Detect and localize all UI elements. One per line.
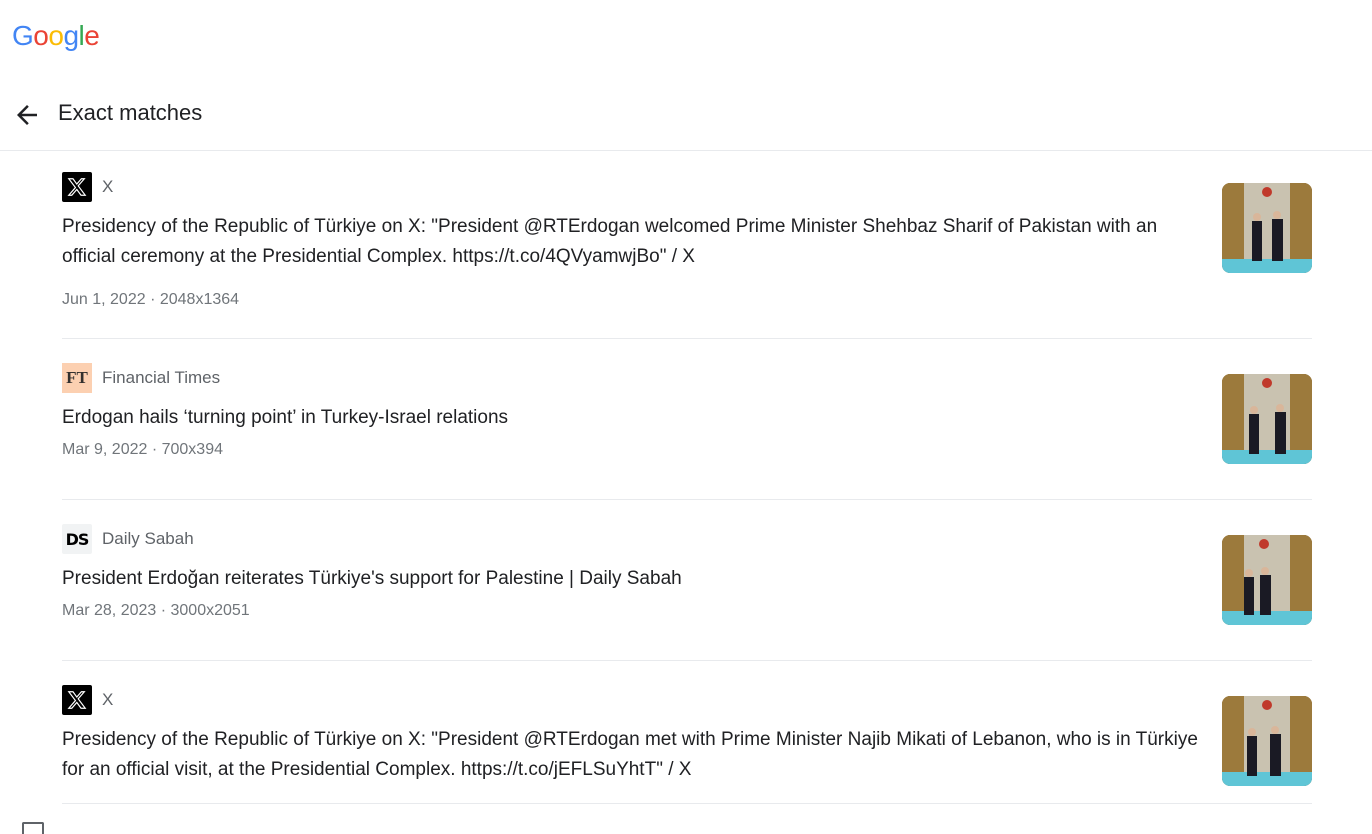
logo-letter: o — [33, 20, 49, 51]
result-source[interactable]: X — [62, 172, 113, 202]
ft-logo-text: FT — [66, 368, 88, 387]
partial-icon — [22, 822, 44, 834]
result-title[interactable]: Presidency of the Republic of Türkiye on… — [62, 212, 1202, 272]
thumbnail-image — [1222, 696, 1312, 786]
logo-letter: G — [12, 20, 34, 51]
result-title[interactable]: Presidency of the Republic of Türkiye on… — [62, 725, 1202, 785]
thumbnail-image — [1222, 535, 1312, 625]
back-button[interactable] — [12, 100, 42, 130]
google-logo[interactable]: Google — [12, 18, 100, 54]
result-item[interactable]: FT Financial Times Erdogan hails ‘turnin… — [62, 339, 1312, 500]
result-source[interactable]: X — [62, 685, 113, 715]
result-meta: Mar 28, 2023 · 3000x2051 — [62, 602, 250, 619]
result-thumbnail[interactable] — [1222, 696, 1312, 786]
result-item[interactable]: DS Daily Sabah President Erdoğan reitera… — [62, 500, 1312, 661]
logo-letter: o — [48, 20, 64, 51]
result-meta: Mar 9, 2022 · 700x394 — [62, 441, 223, 458]
result-thumbnail[interactable] — [1222, 183, 1312, 273]
source-name: Daily Sabah — [102, 529, 194, 548]
x-logo-icon — [62, 685, 92, 715]
thumbnail-image — [1222, 183, 1312, 273]
logo-letter: g — [63, 20, 79, 51]
logo-letter: e — [84, 20, 100, 51]
result-thumbnail[interactable] — [1222, 535, 1312, 625]
result-source[interactable]: FT Financial Times — [62, 363, 220, 393]
result-thumbnail[interactable] — [1222, 374, 1312, 464]
source-name: X — [102, 690, 114, 709]
source-name: Financial Times — [102, 368, 221, 387]
result-item[interactable]: X Presidency of the Republic of Türkiye … — [62, 151, 1312, 339]
result-source[interactable]: DS Daily Sabah — [62, 524, 194, 554]
ds-logo-icon: DS — [62, 524, 92, 554]
result-title[interactable]: Erdogan hails ‘turning point’ in Turkey-… — [62, 403, 1202, 433]
arrow-left-icon — [17, 105, 37, 125]
x-logo-icon — [62, 172, 92, 202]
page-title: Exact matches — [58, 100, 203, 125]
source-name: X — [102, 177, 114, 196]
result-meta: Jun 1, 2022 · 2048x1364 — [62, 291, 240, 308]
page-header: Exact matches — [0, 90, 1372, 151]
result-title[interactable]: President Erdoğan reiterates Türkiye's s… — [62, 564, 1202, 594]
ds-logo-text: DS — [65, 529, 90, 549]
result-item[interactable]: X Presidency of the Republic of Türkiye … — [62, 661, 1312, 804]
results-list: X Presidency of the Republic of Türkiye … — [62, 151, 1312, 804]
thumbnail-image — [1222, 374, 1312, 464]
ft-logo-icon: FT — [62, 363, 92, 393]
